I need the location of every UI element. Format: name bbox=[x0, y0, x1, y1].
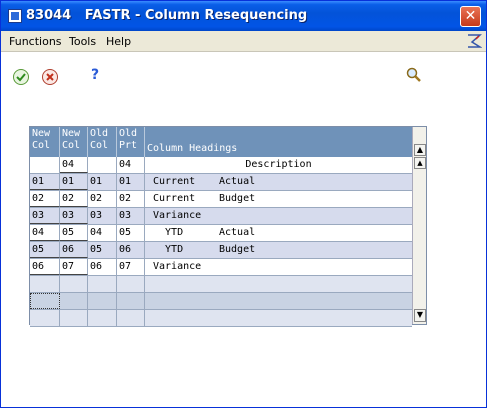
cell-old-prt: 01 bbox=[117, 174, 145, 190]
table-row[interactable]: 06 07 06 07 Variance bbox=[30, 259, 412, 276]
table-row[interactable]: 03 03 03 03 Variance bbox=[30, 208, 412, 225]
cell-new-col-2[interactable]: 03 bbox=[60, 208, 88, 224]
menu-functions[interactable]: Functions bbox=[9, 35, 62, 48]
cell-heading: Current Budget bbox=[145, 191, 412, 207]
grid-rows: 04 04 Description 01 01 01 01 Current Act… bbox=[30, 157, 412, 327]
header-column-headings[interactable]: Column Headings bbox=[145, 127, 412, 157]
header-new-col-1[interactable]: New Col bbox=[30, 127, 60, 157]
empty-row[interactable] bbox=[30, 276, 412, 293]
cell-heading: YTD Budget bbox=[145, 242, 412, 258]
heading-part-a: Variance bbox=[153, 261, 202, 272]
cell-heading: Description bbox=[245, 159, 312, 170]
application-window: 83044 FASTR - Column Resequencing ✕ Func… bbox=[0, 0, 487, 408]
table-row[interactable]: 05 06 05 06 YTD Budget bbox=[30, 242, 412, 259]
grid-header: New Col New Col Old Col Old Prt Column H… bbox=[30, 127, 412, 157]
cell-old-col: 01 bbox=[88, 174, 117, 190]
cell-old-prt bbox=[117, 310, 145, 326]
cell-old-col: 03 bbox=[88, 208, 117, 224]
table-row[interactable]: 02 02 02 02 Current Budget bbox=[30, 191, 412, 208]
heading-part-b: Actual bbox=[219, 176, 256, 187]
resequence-grid: New Col New Col Old Col Old Prt Column H… bbox=[29, 126, 427, 327]
cell-new-col-2[interactable]: 02 bbox=[60, 191, 88, 207]
cell-new-col-2[interactable]: 05 bbox=[60, 225, 88, 241]
empty-row[interactable] bbox=[30, 310, 412, 327]
heading-part-b: Budget bbox=[219, 244, 256, 255]
menu-tools[interactable]: Tools bbox=[69, 35, 96, 48]
heading-part-a: Current bbox=[153, 176, 196, 187]
heading-part-a: YTD bbox=[153, 244, 184, 255]
cell-new-col-2[interactable] bbox=[60, 310, 88, 326]
column-headings-label: Column Headings bbox=[147, 143, 238, 154]
menu-help[interactable]: Help bbox=[106, 35, 131, 48]
jde-logo-icon bbox=[468, 34, 482, 48]
cell-new-col-1[interactable]: 03 bbox=[30, 208, 60, 224]
cancel-icon[interactable] bbox=[41, 68, 59, 86]
cell-old-prt: 04 bbox=[117, 157, 145, 173]
help-icon[interactable]: ? bbox=[91, 67, 109, 85]
cell-new-col-2[interactable]: 06 bbox=[60, 242, 88, 258]
heading-part-a: YTD bbox=[153, 227, 184, 238]
app-icon bbox=[8, 9, 22, 23]
cell-heading: Current Actual bbox=[145, 174, 412, 190]
close-button[interactable]: ✕ bbox=[460, 6, 481, 27]
cell-new-col-1[interactable] bbox=[30, 310, 60, 326]
cell-old-col: 05 bbox=[88, 242, 117, 258]
scroll-up-icon[interactable]: ▲ bbox=[414, 157, 426, 169]
heading-part-a: Variance bbox=[153, 210, 202, 221]
cell-new-col-1[interactable]: 04 bbox=[30, 225, 60, 241]
title-bar[interactable]: 83044 FASTR - Column Resequencing ✕ bbox=[1, 1, 486, 31]
table-row[interactable]: 01 01 01 01 Current Actual bbox=[30, 174, 412, 191]
search-icon[interactable] bbox=[405, 66, 423, 84]
window-title: 83044 FASTR - Column Resequencing bbox=[26, 8, 308, 23]
cell-new-col-2[interactable] bbox=[60, 293, 88, 309]
cell-old-prt: 07 bbox=[117, 259, 145, 275]
toolbar: ? bbox=[1, 52, 486, 92]
cell-old-prt bbox=[117, 276, 145, 292]
empty-row-selected[interactable] bbox=[30, 293, 412, 310]
cell-old-col bbox=[88, 293, 117, 309]
cell-new-col-2[interactable] bbox=[60, 276, 88, 292]
cell-old-prt: 03 bbox=[117, 208, 145, 224]
cell-new-col-1[interactable]: 05 bbox=[30, 242, 60, 258]
cell-new-col-2[interactable]: 01 bbox=[60, 174, 88, 190]
vertical-scrollbar[interactable]: ▲ ▲ ▼ bbox=[412, 127, 426, 324]
cell-old-prt: 06 bbox=[117, 242, 145, 258]
heading-part-b: Budget bbox=[219, 193, 256, 204]
menu-bar: Functions Tools Help bbox=[1, 31, 486, 52]
scroll-top-icon[interactable]: ▲ bbox=[414, 144, 426, 156]
heading-part-a: Current bbox=[153, 193, 196, 204]
cell-heading: Variance bbox=[145, 208, 412, 224]
cell-new-col-2[interactable]: 07 bbox=[60, 259, 88, 275]
cell-old-col: 06 bbox=[88, 259, 117, 275]
scroll-down-icon[interactable]: ▼ bbox=[414, 309, 426, 322]
cell-old-prt: 05 bbox=[117, 225, 145, 241]
cell-old-prt bbox=[117, 293, 145, 309]
ok-check-icon[interactable] bbox=[12, 68, 30, 86]
cell-new-col-1[interactable]: 02 bbox=[30, 191, 60, 207]
cell-old-prt: 02 bbox=[117, 191, 145, 207]
cell-heading: YTD Actual bbox=[145, 225, 412, 241]
cell-heading: Variance bbox=[145, 259, 412, 275]
table-row[interactable]: 04 05 04 05 YTD Actual bbox=[30, 225, 412, 242]
cell-old-col bbox=[88, 310, 117, 326]
cell-new-col-1[interactable]: 01 bbox=[30, 174, 60, 190]
cell-old-col: 04 bbox=[88, 225, 117, 241]
cell-old-col bbox=[88, 157, 117, 173]
cell-old-col bbox=[88, 276, 117, 292]
cell-new-col-2[interactable]: 04 bbox=[60, 157, 88, 173]
cell-new-col-1-focused[interactable] bbox=[30, 293, 60, 309]
header-new-col-2[interactable]: New Col bbox=[60, 127, 88, 157]
header-old-col[interactable]: Old Col bbox=[88, 127, 117, 157]
heading-part-b: Actual bbox=[219, 227, 256, 238]
cell-new-col-1[interactable]: 06 bbox=[30, 259, 60, 275]
header-old-prt[interactable]: Old Prt bbox=[117, 127, 145, 157]
description-row[interactable]: 04 04 Description bbox=[30, 157, 412, 174]
cell-new-col-1[interactable] bbox=[30, 276, 60, 292]
cell-new-col-1[interactable] bbox=[30, 157, 60, 173]
cell-old-col: 02 bbox=[88, 191, 117, 207]
